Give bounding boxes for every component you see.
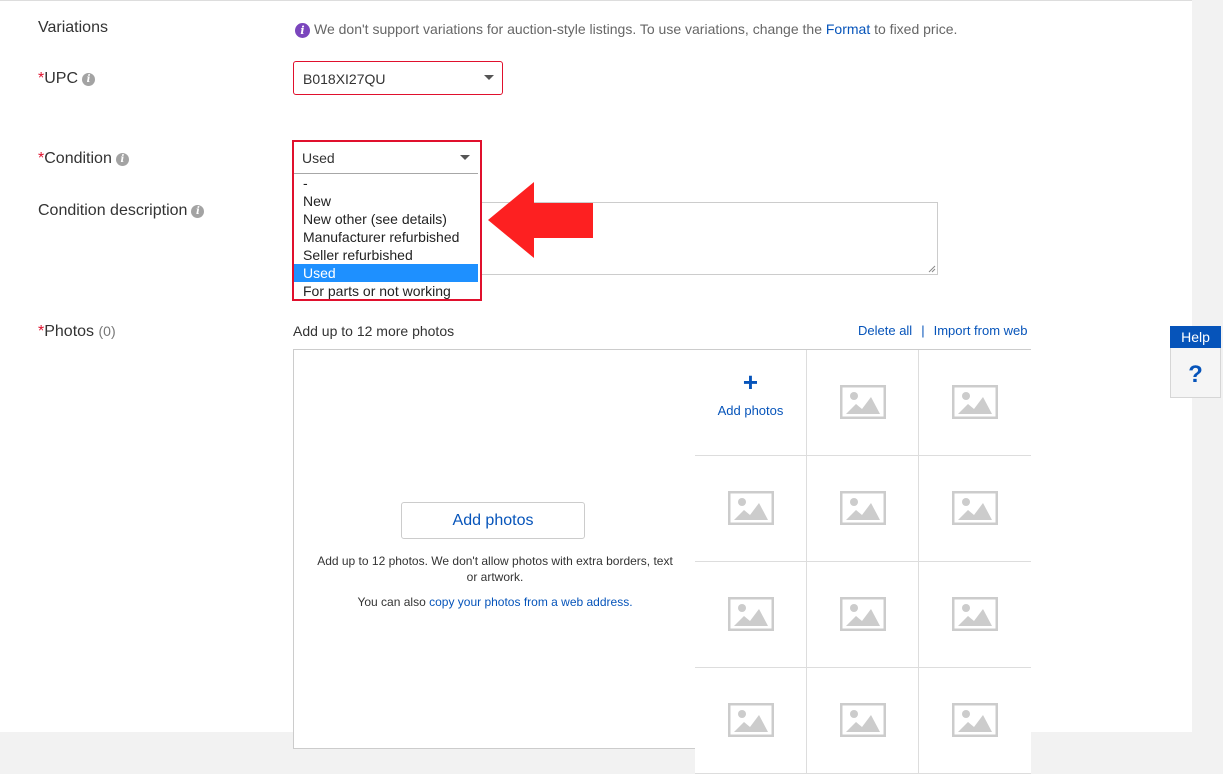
photos-label: *Photos (0)	[38, 323, 116, 341]
delete-all-link[interactable]: Delete all	[858, 323, 912, 338]
image-placeholder-icon	[728, 597, 774, 631]
upc-select[interactable]: B018XI27QU	[293, 61, 503, 95]
variations-note: i We don't support variations for auction…	[295, 21, 957, 38]
condition-description-label-text: Condition description	[38, 202, 188, 219]
photos-count: (0)	[98, 323, 116, 339]
upc-label-text: UPC	[44, 70, 79, 87]
photo-slot[interactable]	[695, 456, 807, 562]
photo-web-note: You can also copy your photos from a web…	[312, 595, 678, 609]
variations-label: Variations	[38, 19, 108, 36]
chevron-down-icon	[460, 155, 470, 160]
condition-value: Used	[302, 150, 335, 166]
photo-slot[interactable]	[807, 350, 919, 456]
image-placeholder-icon	[952, 597, 998, 631]
photo-actions: Delete all | Import from web	[858, 323, 1028, 338]
info-icon: i	[295, 23, 310, 38]
chevron-down-icon	[484, 75, 494, 80]
photo-web-note-text: You can also	[357, 595, 430, 609]
listing-form-page: Variations i We don't support variations …	[0, 0, 1192, 774]
photo-slot[interactable]	[919, 562, 1031, 668]
resize-handle-icon[interactable]	[928, 265, 936, 273]
image-placeholder-icon	[840, 491, 886, 525]
help-title[interactable]: Help	[1170, 326, 1221, 348]
plus-icon: +	[742, 367, 759, 397]
add-photos-button[interactable]: Add photos	[401, 502, 585, 539]
condition-option[interactable]: Seller refurbished	[294, 246, 478, 264]
photo-slot[interactable]	[695, 562, 807, 668]
image-placeholder-icon	[840, 597, 886, 631]
condition-select[interactable]: Used	[294, 142, 478, 174]
condition-option-selected[interactable]: Used	[294, 264, 478, 282]
condition-info-icon[interactable]: i	[115, 153, 129, 166]
photo-slot[interactable]	[919, 668, 1031, 774]
import-from-web-link[interactable]: Import from web	[934, 323, 1028, 338]
copy-from-web-link[interactable]: copy your photos from a web address.	[429, 595, 632, 609]
format-link[interactable]: Format	[826, 21, 870, 37]
variations-note-text: We don't support variations for auction-…	[314, 21, 826, 37]
photos-hint: Add up to 12 more photos	[293, 323, 455, 339]
condition-option[interactable]: New	[294, 192, 478, 210]
condition-option[interactable]: -	[294, 174, 478, 192]
upc-value: B018XI27QU	[303, 71, 386, 87]
photo-slot[interactable]	[919, 350, 1031, 456]
add-photos-tile[interactable]: + Add photos	[695, 350, 807, 456]
condition-option[interactable]: New other (see details)	[294, 210, 478, 228]
photo-upload-area: Add photos Add up to 12 photos. We don't…	[293, 349, 1031, 774]
photo-slot[interactable]	[807, 562, 919, 668]
condition-dropdown-list: - New New other (see details) Manufactur…	[294, 174, 478, 300]
upc-info-icon[interactable]: i	[82, 73, 96, 86]
condition-label: *Condition i	[38, 150, 129, 168]
photo-slot[interactable]	[695, 668, 807, 774]
condition-label-text: Condition	[44, 150, 112, 167]
condition-option[interactable]: For parts or not working	[294, 282, 478, 300]
condition-description-info-icon[interactable]: i	[191, 205, 205, 218]
help-question-icon[interactable]: ?	[1171, 361, 1220, 389]
variations-note-text-end: to fixed price.	[870, 21, 958, 37]
upc-label: *UPC i	[38, 70, 96, 88]
top-divider	[0, 0, 1192, 1]
photo-rules-note: Add up to 12 photos. We don't allow phot…	[317, 554, 673, 584]
photo-slot[interactable]	[807, 668, 919, 774]
photos-label-text: Photos	[44, 323, 95, 340]
separator: |	[921, 323, 925, 338]
condition-option[interactable]: Manufacturer refurbished	[294, 228, 478, 246]
add-photos-tile-label: Add photos	[717, 403, 784, 418]
image-placeholder-icon	[952, 385, 998, 419]
help-widget[interactable]: Help ?	[1170, 326, 1221, 398]
photo-slot[interactable]	[807, 456, 919, 562]
condition-description-label: Condition description i	[38, 202, 205, 220]
photo-drop-zone[interactable]: Add photos Add up to 12 photos. We don't…	[294, 350, 696, 750]
photo-slot[interactable]	[919, 456, 1031, 562]
image-placeholder-icon	[840, 385, 886, 419]
image-placeholder-icon	[952, 491, 998, 525]
red-arrow-annotation-icon	[488, 182, 593, 258]
image-placeholder-icon	[728, 491, 774, 525]
